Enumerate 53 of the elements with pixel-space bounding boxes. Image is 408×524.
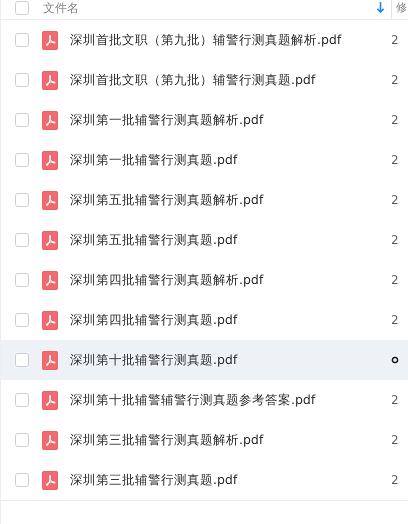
pdf-file-icon xyxy=(42,430,58,450)
modified-date: 2 xyxy=(391,153,399,167)
pdf-file-icon xyxy=(42,390,58,410)
modified-date: 2 xyxy=(391,273,399,287)
file-name[interactable]: 深圳第三批辅警行测真题.pdf xyxy=(70,472,387,488)
pdf-file-icon xyxy=(42,110,58,130)
row-checkbox[interactable] xyxy=(15,113,29,127)
file-name[interactable]: 深圳首批文职（第九批）辅警行测真题解析.pdf xyxy=(70,32,387,48)
file-name[interactable]: 深圳第一批辅警行测真题解析.pdf xyxy=(70,112,387,128)
row-checkbox[interactable] xyxy=(15,153,29,167)
pdf-file-icon xyxy=(42,30,58,50)
row-checkbox[interactable] xyxy=(15,193,29,207)
row-checkbox[interactable] xyxy=(15,353,29,367)
modified-date: 2 xyxy=(391,33,399,47)
column-header[interactable]: 文件名 xyxy=(43,1,79,15)
file-name[interactable]: 深圳第十批辅警辅警行测真题参考答案.pdf xyxy=(70,392,387,408)
file-name[interactable]: 深圳第三批辅警行测真题解析.pdf xyxy=(70,432,387,448)
file-name[interactable]: 深圳第十批辅警行测真题.pdf xyxy=(70,352,387,368)
ring-icon[interactable] xyxy=(391,356,399,364)
pdf-file-icon xyxy=(42,190,58,210)
sort-arrow-icon[interactable] xyxy=(376,1,385,14)
modified-date: 2 xyxy=(391,393,399,407)
modified-date: 2 xyxy=(391,313,399,327)
modified-date: 2 xyxy=(391,193,399,207)
row-checkbox[interactable] xyxy=(15,433,29,447)
pdf-file-icon xyxy=(42,350,58,370)
pdf-file-icon xyxy=(42,230,58,250)
pdf-file-icon xyxy=(42,150,58,170)
modified-date: 2 xyxy=(391,113,399,127)
file-name[interactable]: 深圳首批文职（第九批）辅警行测真题.pdf xyxy=(70,72,387,88)
file-name[interactable]: 深圳第五批辅警行测真题.pdf xyxy=(70,232,387,248)
pdf-file-icon xyxy=(42,270,58,290)
modified-date: 2 xyxy=(391,473,399,487)
modified-date: 2 xyxy=(391,73,399,87)
modified-date: 2 xyxy=(391,233,399,247)
row-checkbox[interactable] xyxy=(15,313,29,327)
file-name[interactable]: 深圳第四批辅警行测真题解析.pdf xyxy=(70,272,387,288)
select-all-checkbox[interactable] xyxy=(15,0,29,14)
row-checkbox[interactable] xyxy=(15,273,29,287)
row-checkbox[interactable] xyxy=(15,473,29,487)
row-checkbox[interactable] xyxy=(15,33,29,47)
file-row[interactable]: 深圳第十批辅警行测真题.pdf xyxy=(1,340,408,380)
column-header[interactable]: 修 xyxy=(396,1,407,15)
row-checkbox[interactable] xyxy=(15,73,29,87)
file-name[interactable]: 深圳第五批辅警行测真题解析.pdf xyxy=(70,192,387,208)
file-name[interactable]: 深圳第四批辅警行测真题.pdf xyxy=(70,312,387,328)
pdf-file-icon xyxy=(42,470,58,490)
row-checkbox[interactable] xyxy=(15,233,29,247)
file-name[interactable]: 深圳第一批辅警行测真题.pdf xyxy=(70,152,387,168)
row-checkbox[interactable] xyxy=(15,393,29,407)
pdf-file-icon xyxy=(42,310,58,330)
pdf-file-icon xyxy=(42,70,58,90)
modified-date: 2 xyxy=(391,433,399,447)
